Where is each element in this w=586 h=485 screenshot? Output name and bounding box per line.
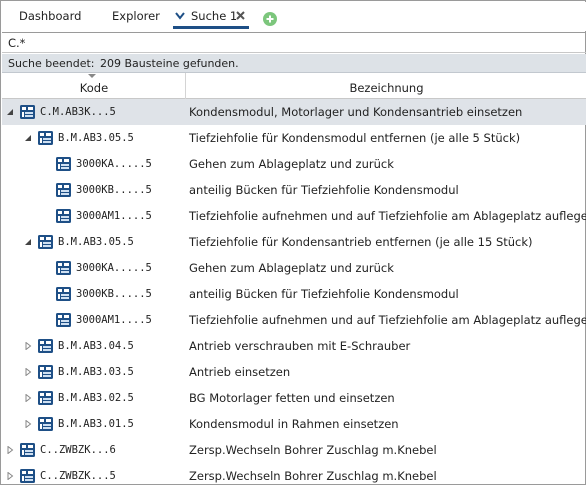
module-block-icon	[56, 261, 71, 275]
row-code: B.M.AB3.05.5	[58, 236, 134, 248]
tree-row[interactable]: C..ZWBZK...6 Zersp.Wechseln Bohrer Zuschl…	[2, 437, 586, 463]
row-code: 3000KA.....5	[76, 262, 152, 274]
column-kode-label: Kode	[79, 81, 109, 95]
row-code: 3000KB.....5	[76, 288, 152, 300]
row-code: C..ZWBZK...6	[40, 444, 116, 456]
expand-triangle-icon[interactable]	[24, 394, 32, 402]
status-bar: Suche beendet: 209 Bausteine gefunden.	[2, 54, 586, 73]
expand-triangle-icon[interactable]	[24, 420, 32, 428]
tree-row[interactable]: C..ZWBZK...5 Zersp.Wechseln Bohrer Zuschl…	[2, 463, 586, 485]
module-block-icon	[20, 105, 35, 119]
tree-row[interactable]: 3000KA.....5 Gehen zum Ablageplatz und zu…	[2, 255, 586, 281]
row-description: Tiefziehfolie für Kondensmodul entfernen…	[189, 131, 521, 145]
tab-dashboard[interactable]: Dashboard	[19, 9, 81, 23]
search-input[interactable]	[8, 34, 578, 52]
active-tab-indicator	[173, 26, 249, 29]
row-code: C..ZWBZK...5	[40, 470, 116, 482]
column-kode[interactable]: Kode	[2, 73, 186, 99]
module-block-icon	[38, 339, 53, 353]
row-description: anteilig Bücken für Tiefziehfolie Konden…	[189, 287, 459, 301]
search-window: Dashboard Explorer Suche 1 Suche beendet…	[0, 0, 586, 485]
tree-row[interactable]: B.M.AB3.02.5 BG Motorlager fetten und ein…	[2, 385, 586, 411]
collapse-triangle-icon[interactable]	[6, 108, 14, 116]
row-code: 3000KB.....5	[76, 184, 152, 196]
tree-row[interactable]: B.M.AB3.05.5 Tiefziehfolie für Kondensmod…	[2, 125, 586, 151]
column-bezeichnung[interactable]: Bezeichnung	[187, 73, 586, 99]
search-bar	[2, 32, 586, 53]
tab-bar: Dashboard Explorer Suche 1	[2, 2, 586, 31]
row-description: Tiefziehfolie aufnehmen und auf Tiefzieh…	[189, 313, 586, 327]
module-block-icon	[38, 131, 53, 145]
row-code: C.M.AB3K...5	[40, 106, 116, 118]
tree-row[interactable]: 3000KA.....5 Gehen zum Ablageplatz und zu…	[2, 151, 586, 177]
row-description: Kondensmodul, Motorlager und Kondensantr…	[189, 105, 523, 119]
row-description: Antrieb verschrauben mit E-Schrauber	[189, 339, 411, 353]
collapse-triangle-icon[interactable]	[24, 134, 32, 142]
row-description: Tiefziehfolie aufnehmen und auf Tiefzieh…	[189, 209, 586, 223]
column-bezeichnung-label: Bezeichnung	[349, 81, 424, 95]
tree-row[interactable]: B.M.AB3.04.5 Antrieb verschrauben mit E-S…	[2, 333, 586, 359]
module-block-icon	[38, 365, 53, 379]
row-description: Gehen zum Ablageplatz und zurück	[189, 261, 394, 275]
module-block-icon	[20, 469, 35, 483]
module-block-icon	[56, 157, 71, 171]
row-code: B.M.AB3.03.5	[58, 366, 134, 378]
tree-row[interactable]: B.M.AB3.01.5 Kondensmodul in Rahmen einse…	[2, 411, 586, 437]
row-code: 3000AM1....5	[76, 210, 152, 222]
row-description: anteilig Bücken für Tiefziehfolie Konden…	[189, 183, 459, 197]
collapse-triangle-icon[interactable]	[24, 238, 32, 246]
plus-circle-icon[interactable]	[263, 12, 277, 26]
status-label: Suche beendet:	[8, 57, 95, 70]
module-block-icon	[56, 183, 71, 197]
tab-explorer[interactable]: Explorer	[112, 9, 160, 23]
row-description: Kondensmodul in Rahmen einsetzen	[189, 417, 399, 431]
expand-triangle-icon[interactable]	[6, 472, 14, 480]
tree-row[interactable]: B.M.AB3.03.5 Antrieb einsetzen	[2, 359, 586, 385]
row-code: B.M.AB3.05.5	[58, 132, 134, 144]
module-block-icon	[56, 313, 71, 327]
module-block-icon	[38, 391, 53, 405]
row-code: B.M.AB3.02.5	[58, 392, 134, 404]
close-icon[interactable]	[235, 10, 246, 21]
row-description: Tiefziehfolie für Kondensantrieb entfern…	[189, 235, 533, 249]
sort-down-icon	[88, 74, 96, 78]
result-tree: C.M.AB3K...5 Kondensmodul, Motorlager und…	[2, 99, 586, 485]
tree-row[interactable]: B.M.AB3.05.5 Tiefziehfolie für Kondensant…	[2, 229, 586, 255]
row-description: BG Motorlager fetten und einsetzen	[189, 391, 395, 405]
expand-triangle-icon[interactable]	[6, 446, 14, 454]
row-description: Gehen zum Ablageplatz und zurück	[189, 157, 394, 171]
tree-row[interactable]: 3000KB.....5 anteilig Bücken für Tiefzieh…	[2, 281, 586, 307]
module-block-icon	[38, 417, 53, 431]
row-code: 3000KA.....5	[76, 158, 152, 170]
expand-triangle-icon[interactable]	[24, 368, 32, 376]
expand-triangle-icon[interactable]	[24, 342, 32, 350]
module-block-icon	[38, 235, 53, 249]
column-header: Kode Bezeichnung	[2, 73, 586, 99]
row-code: B.M.AB3.01.5	[58, 418, 134, 430]
row-description: Zersp.Wechseln Bohrer Zuschlag m.Knebel	[189, 469, 437, 483]
module-block-icon	[56, 287, 71, 301]
module-block-icon	[56, 209, 71, 223]
tab-suche-1[interactable]: Suche 1	[191, 9, 237, 23]
tree-row[interactable]: C.M.AB3K...5 Kondensmodul, Motorlager und…	[2, 99, 586, 125]
tree-row[interactable]: 3000KB.....5 anteilig Bücken für Tiefzieh…	[2, 177, 586, 203]
tree-row[interactable]: 3000AM1....5 Tiefziehfolie aufnehmen und …	[2, 307, 586, 333]
row-code: 3000AM1....5	[76, 314, 152, 326]
row-description: Antrieb einsetzen	[189, 365, 291, 379]
row-description: Zersp.Wechseln Bohrer Zuschlag m.Knebel	[189, 443, 437, 457]
module-block-icon	[20, 443, 35, 457]
chevron-down-icon[interactable]	[174, 10, 186, 22]
result-count: 209 Bausteine gefunden.	[100, 57, 239, 70]
tree-row[interactable]: 3000AM1....5 Tiefziehfolie aufnehmen und …	[2, 203, 586, 229]
row-code: B.M.AB3.04.5	[58, 340, 134, 352]
